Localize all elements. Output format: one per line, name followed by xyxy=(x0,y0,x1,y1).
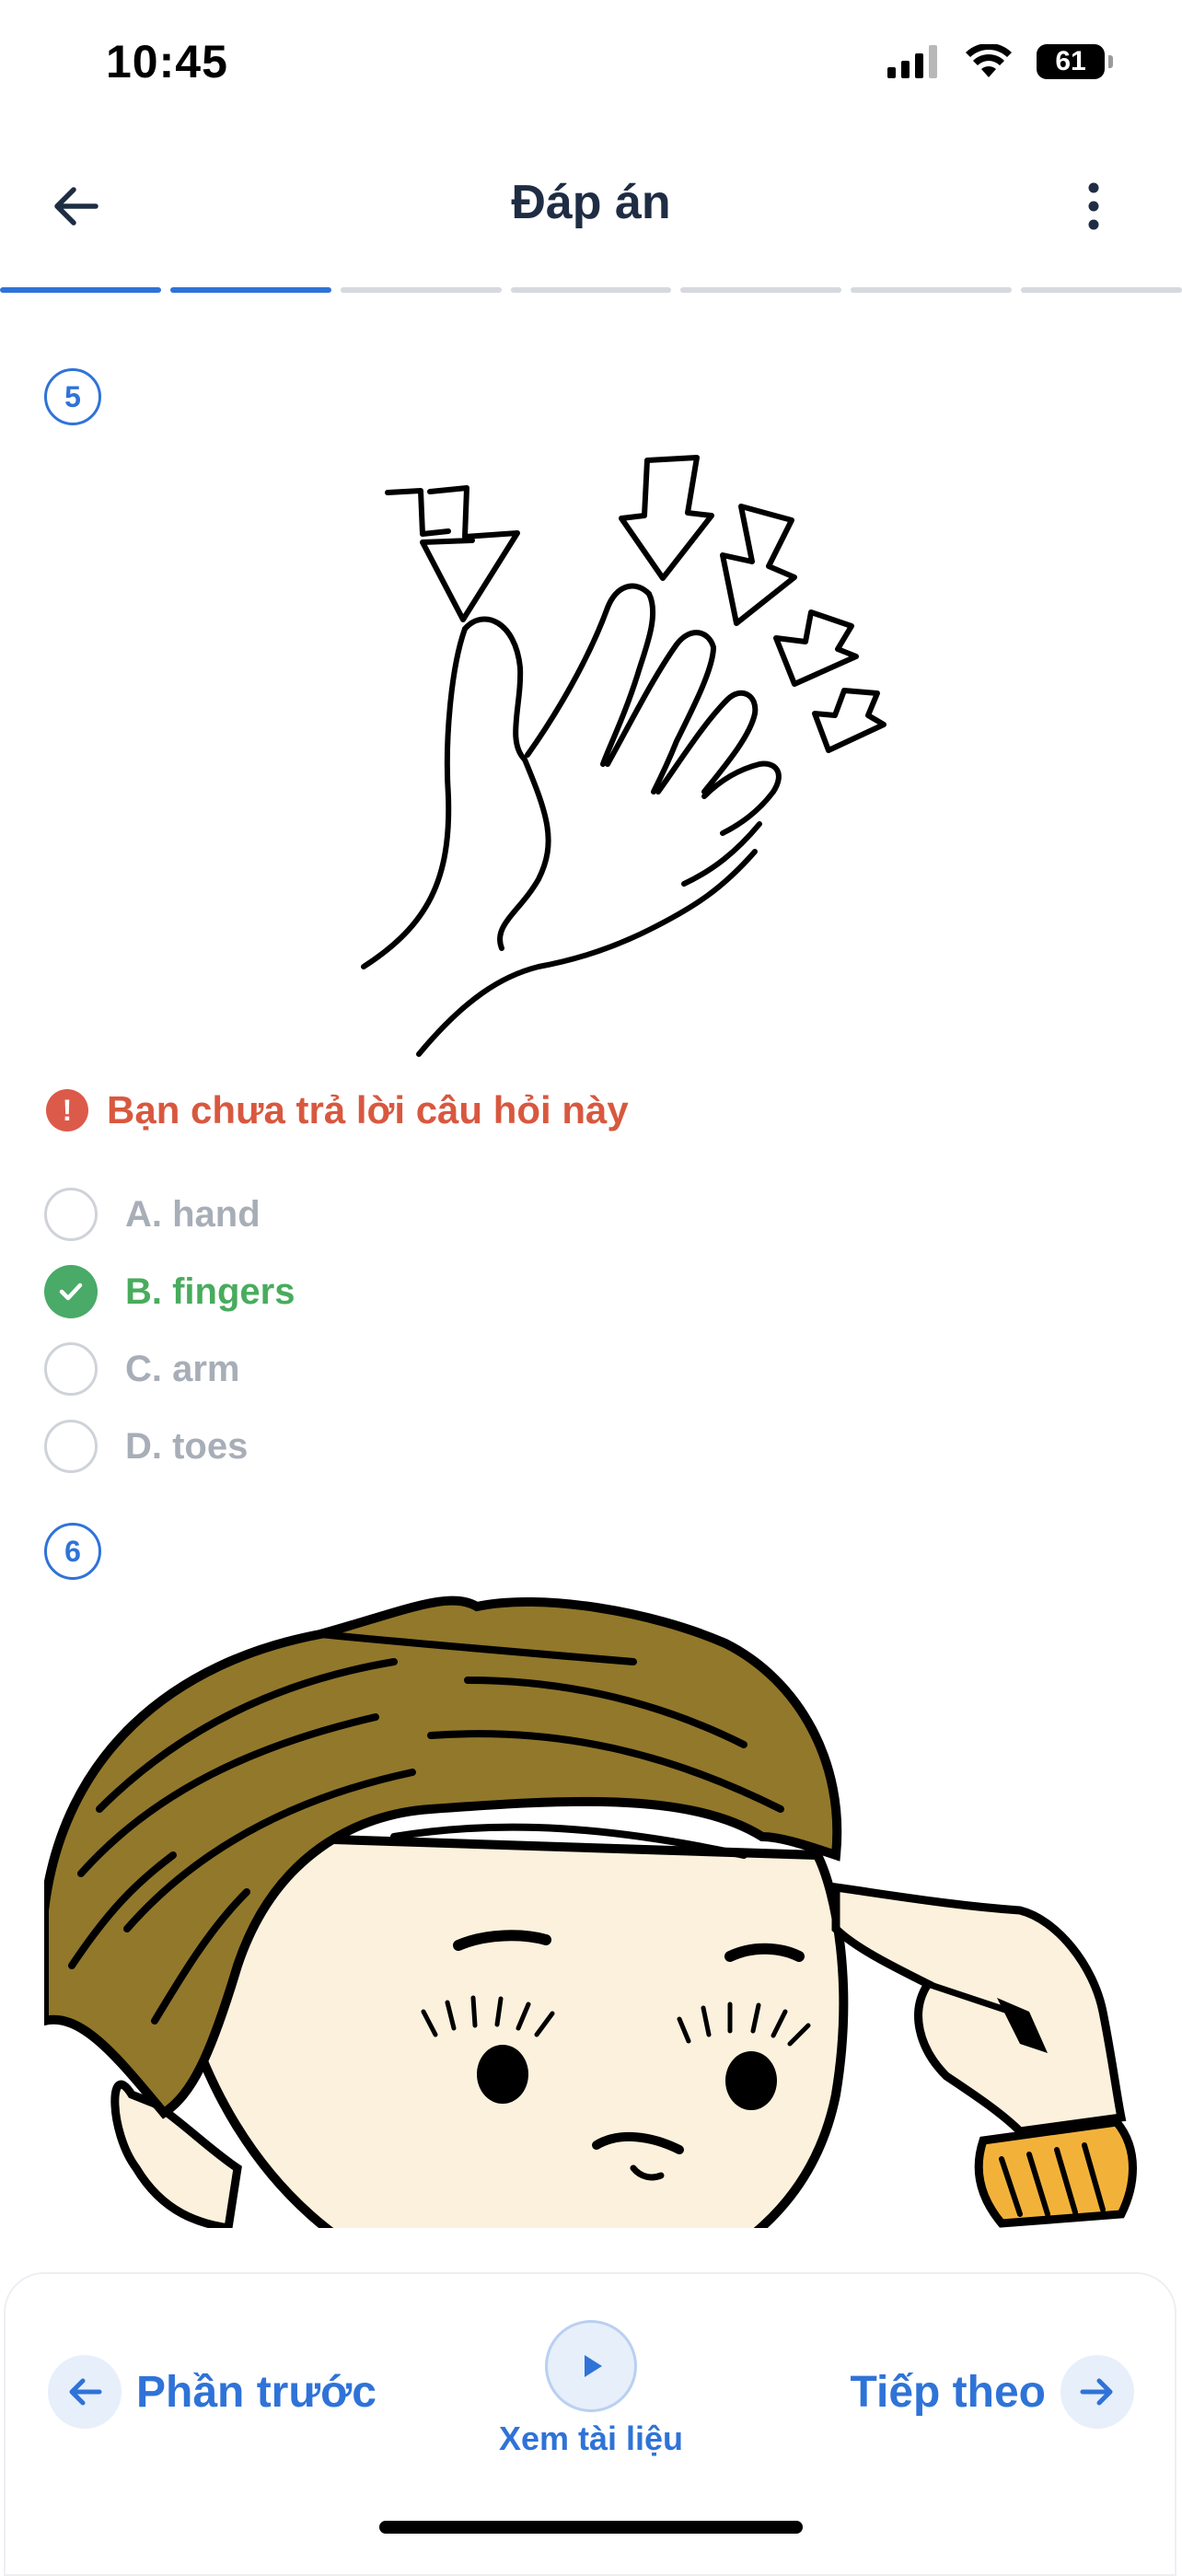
view-document-button[interactable] xyxy=(545,2320,637,2412)
page-title: Đáp án xyxy=(511,176,671,229)
next-label: Tiếp theo xyxy=(850,2367,1046,2417)
answer-option-a[interactable]: A. hand xyxy=(44,1188,261,1241)
radio-icon xyxy=(44,1188,98,1241)
hand-fingers-image xyxy=(361,455,886,1057)
progress-segment xyxy=(0,287,161,293)
option-label: D. toes xyxy=(125,1425,249,1467)
wifi-icon xyxy=(966,44,1012,77)
progress-segment xyxy=(510,287,672,293)
battery-icon: 61 xyxy=(1037,44,1113,79)
radio-icon xyxy=(44,1342,98,1396)
answer-option-c[interactable]: C. arm xyxy=(44,1342,240,1396)
progress-segment xyxy=(1021,287,1182,293)
answer-option-b[interactable]: B. fingers xyxy=(44,1265,295,1318)
progress-segment xyxy=(169,287,331,293)
question-number-badge: 5 xyxy=(44,368,101,425)
home-indicator xyxy=(379,2521,803,2534)
question-progress xyxy=(0,287,1182,295)
more-options-button[interactable] xyxy=(1066,177,1121,236)
option-label: B. fingers xyxy=(125,1271,296,1312)
answer-option-d[interactable]: D. toes xyxy=(44,1420,248,1473)
check-circle-icon xyxy=(44,1265,98,1318)
arrow-right-circle-icon xyxy=(1060,2355,1134,2429)
arrow-right-icon xyxy=(1080,2378,1113,2406)
next-button[interactable]: Tiếp theo xyxy=(851,2355,1134,2429)
signal-icon xyxy=(887,45,937,78)
previous-section-button[interactable]: Phần trước xyxy=(48,2355,377,2429)
unanswered-warning: ! Bạn chưa trả lời câu hỏi này xyxy=(46,1088,629,1132)
alert-icon: ! xyxy=(46,1089,88,1131)
progress-segment xyxy=(851,287,1013,293)
option-label: A. hand xyxy=(125,1193,261,1235)
more-vertical-icon xyxy=(1088,182,1099,230)
boy-thinking-image xyxy=(44,1595,1137,2228)
question-number-badge: 6 xyxy=(44,1523,101,1580)
progress-segment xyxy=(340,287,502,293)
option-label: C. arm xyxy=(125,1348,240,1389)
warning-text: Bạn chưa trả lời câu hỏi này xyxy=(107,1088,629,1131)
check-icon xyxy=(59,1282,83,1301)
previous-section-label: Phần trước xyxy=(136,2367,377,2417)
radio-icon xyxy=(44,1420,98,1473)
progress-segment xyxy=(680,287,842,293)
play-icon xyxy=(585,2355,602,2377)
status-time: 10:45 xyxy=(106,36,228,87)
battery-level: 61 xyxy=(1055,46,1086,76)
arrow-left-circle-icon xyxy=(48,2355,122,2429)
status-icons: 61 xyxy=(887,44,1113,79)
arrow-left-icon xyxy=(69,2378,102,2406)
